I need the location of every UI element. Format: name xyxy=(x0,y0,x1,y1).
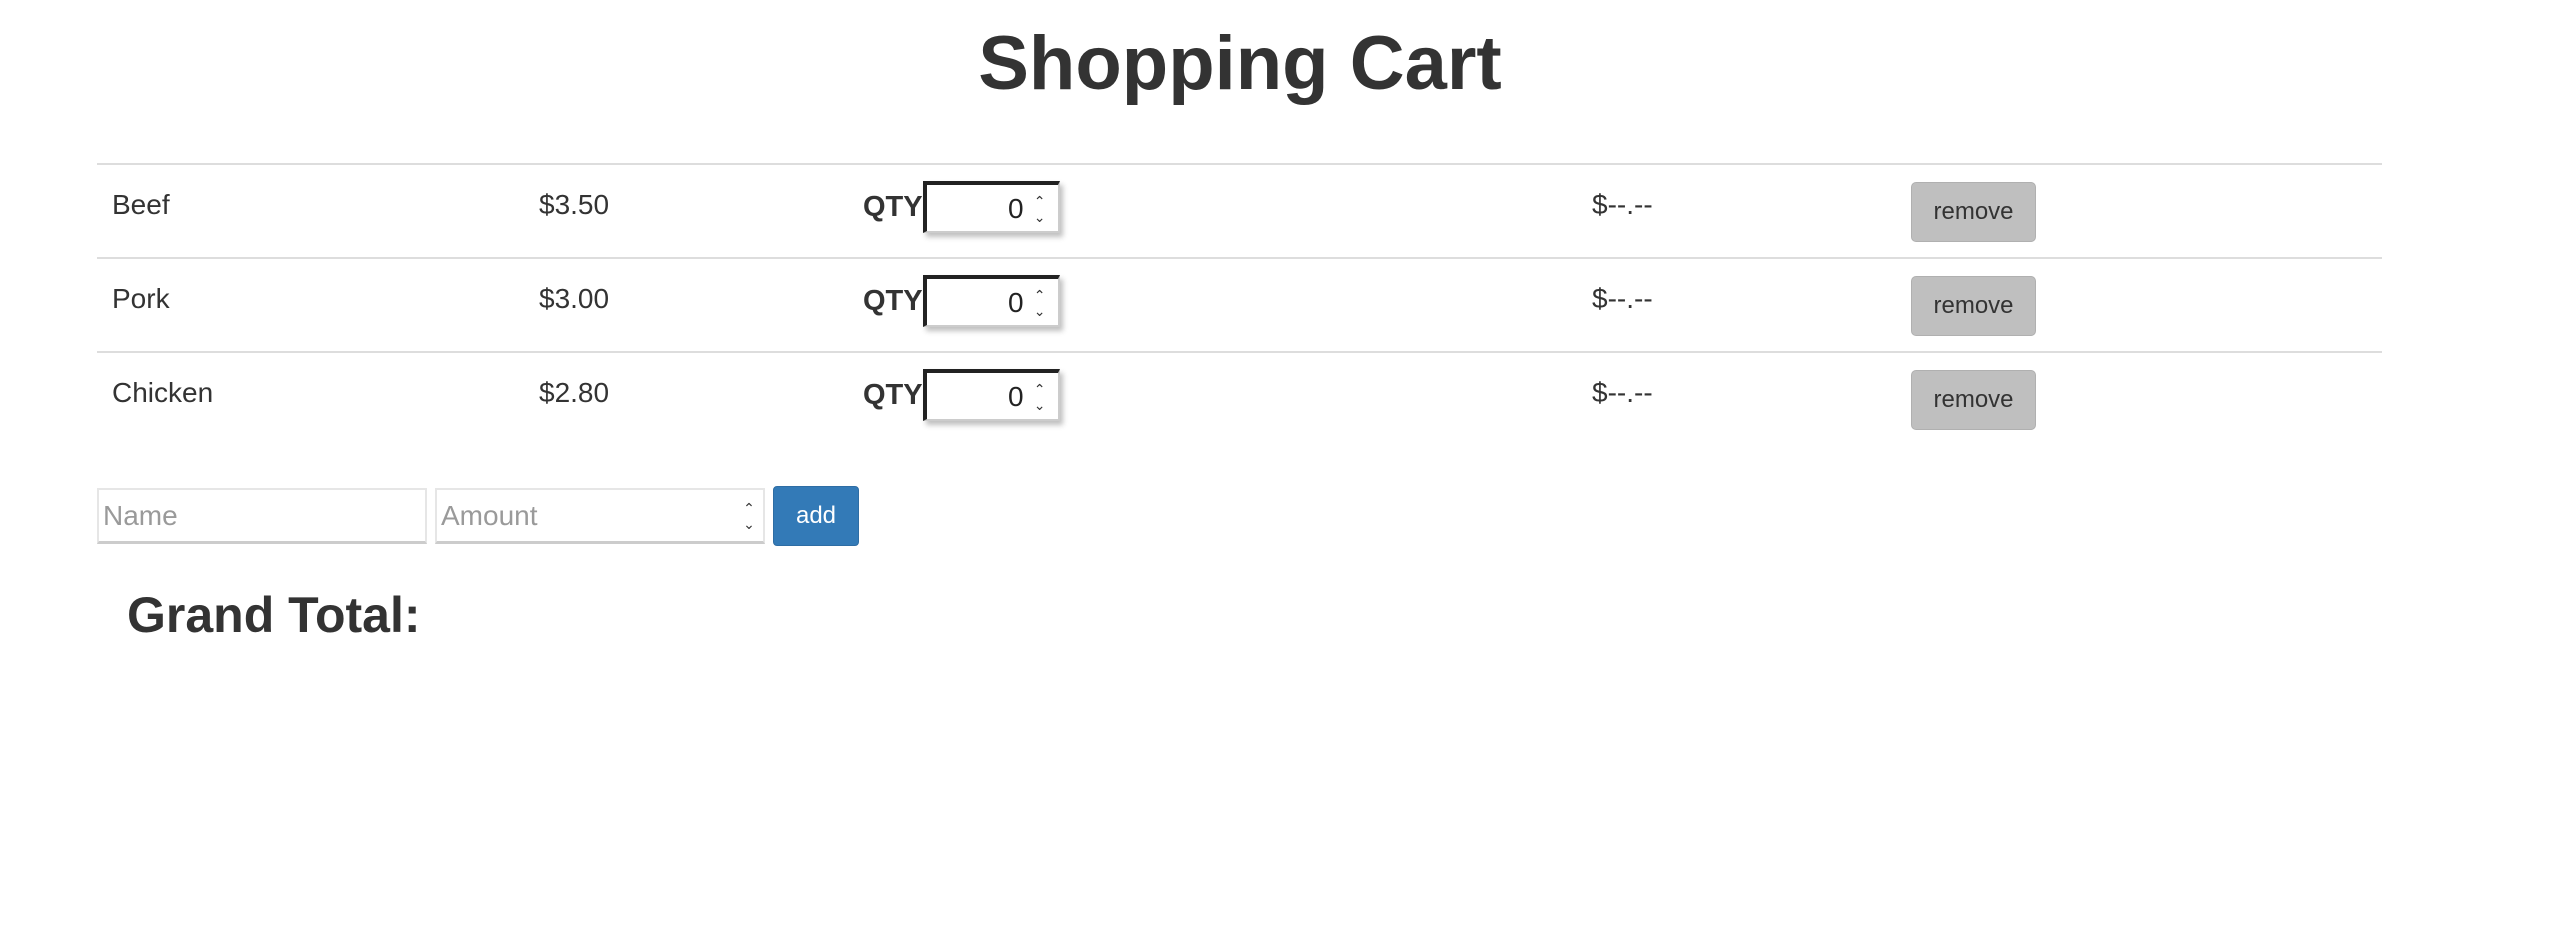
spinner[interactable]: ⌃ ⌄ xyxy=(739,498,759,534)
remove-cell: remove xyxy=(1911,276,2036,336)
table-row: Pork $3.00 QTY 0 ⌃ ⌄ $--.-- remove xyxy=(97,259,2382,353)
item-price: $3.50 xyxy=(539,189,610,220)
add-item-form: ⌃ ⌄ add xyxy=(97,486,859,546)
qty-value: 0 xyxy=(1008,193,1024,224)
table-row: Chicken $2.80 QTY 0 ⌃ ⌄ $--.-- remove xyxy=(97,353,2382,447)
page-title: Shopping Cart xyxy=(978,21,1502,106)
item-subtotal: $--.-- xyxy=(1592,283,1653,314)
chevron-up-icon[interactable]: ⌃ xyxy=(743,500,755,516)
chevron-down-icon[interactable]: ⌄ xyxy=(1034,209,1046,225)
spinner[interactable]: ⌃ ⌄ xyxy=(1030,285,1050,321)
chevron-up-icon[interactable]: ⌃ xyxy=(1034,287,1046,303)
item-subtotal: $--.-- xyxy=(1592,377,1653,408)
quantity-stepper[interactable]: 0 ⌃ ⌄ xyxy=(922,275,1060,327)
qty-group: QTY 0 ⌃ ⌄ xyxy=(863,275,1060,327)
item-price: $2.80 xyxy=(539,377,610,408)
remove-button[interactable]: remove xyxy=(1911,276,2036,336)
chevron-up-icon[interactable]: ⌃ xyxy=(1034,381,1046,397)
cart-table: Beef $3.50 QTY 0 ⌃ ⌄ $--.-- remove Pork … xyxy=(97,163,2382,447)
remove-button[interactable]: remove xyxy=(1911,182,2036,242)
qty-label: QTY xyxy=(863,379,923,411)
quantity-stepper[interactable]: 0 ⌃ ⌄ xyxy=(922,369,1060,421)
spinner[interactable]: ⌃ ⌄ xyxy=(1030,191,1050,227)
item-subtotal: $--.-- xyxy=(1592,189,1653,220)
qty-value: 0 xyxy=(1008,381,1024,412)
item-name: Chicken xyxy=(112,377,214,408)
name-input[interactable] xyxy=(97,488,427,544)
grand-total-label: Grand Total: xyxy=(127,587,421,643)
shopping-cart-page: Shopping Cart Beef $3.50 QTY 0 ⌃ ⌄ $--.-… xyxy=(0,0,2576,952)
chevron-down-icon[interactable]: ⌄ xyxy=(743,516,755,532)
chevron-up-icon[interactable]: ⌃ xyxy=(1034,193,1046,209)
qty-group: QTY 0 ⌃ ⌄ xyxy=(863,369,1060,421)
amount-input[interactable] xyxy=(435,488,765,544)
remove-cell: remove xyxy=(1911,182,2036,242)
item-name: Beef xyxy=(112,189,170,220)
qty-group: QTY 0 ⌃ ⌄ xyxy=(863,181,1060,233)
item-name: Pork xyxy=(112,283,170,314)
item-price: $3.00 xyxy=(539,283,610,314)
remove-cell: remove xyxy=(1911,370,2036,430)
qty-label: QTY xyxy=(863,285,923,317)
qty-value: 0 xyxy=(1008,287,1024,318)
amount-field-wrap: ⌃ ⌄ xyxy=(435,488,765,544)
chevron-down-icon[interactable]: ⌄ xyxy=(1034,303,1046,319)
spinner[interactable]: ⌃ ⌄ xyxy=(1030,379,1050,415)
chevron-down-icon[interactable]: ⌄ xyxy=(1034,397,1046,413)
qty-label: QTY xyxy=(863,191,923,223)
add-button[interactable]: add xyxy=(773,486,859,546)
quantity-stepper[interactable]: 0 ⌃ ⌄ xyxy=(922,181,1060,233)
table-row: Beef $3.50 QTY 0 ⌃ ⌄ $--.-- remove xyxy=(97,165,2382,259)
remove-button[interactable]: remove xyxy=(1911,370,2036,430)
